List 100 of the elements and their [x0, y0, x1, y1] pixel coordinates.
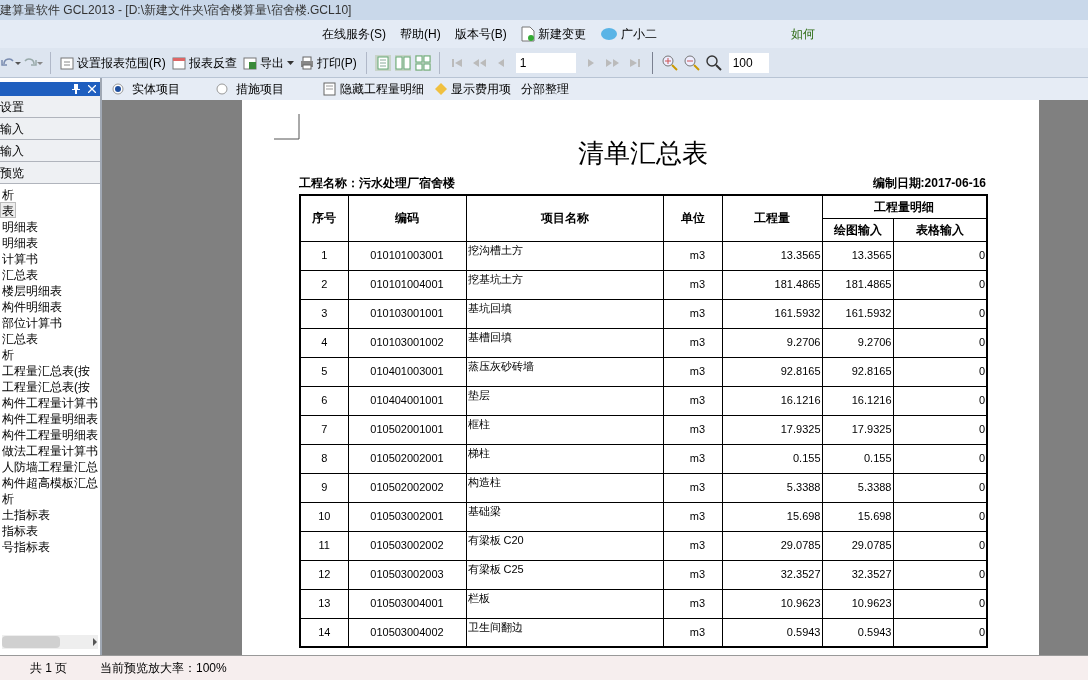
table-cell: 5.3388	[722, 473, 822, 502]
table-cell: 13	[300, 589, 348, 618]
panel-tab[interactable]: 预览	[0, 162, 100, 184]
tree-item[interactable]: 构件工程量明细表	[0, 426, 100, 442]
tree-item[interactable]: 析	[0, 186, 16, 202]
tree-item[interactable]: 指标表	[0, 522, 40, 538]
table-cell: 010101003001	[348, 241, 466, 270]
column-header: 编码	[348, 195, 466, 241]
table-cell: m3	[663, 444, 722, 473]
table-cell: 16.1216	[822, 386, 893, 415]
tree-item[interactable]: 汇总表	[0, 330, 40, 346]
tree-item[interactable]: 做法工程量计算书	[0, 442, 100, 458]
panel-tab[interactable]: 设置	[0, 96, 100, 118]
option-button[interactable]: 显示费用项	[431, 80, 514, 98]
menu-item[interactable]: 新建变更	[520, 25, 586, 43]
single-page-icon[interactable]	[374, 54, 391, 71]
column-header: 绘图输入	[822, 218, 893, 241]
menu-item[interactable]: 如何	[790, 25, 815, 43]
zoom-field[interactable]: 100	[728, 52, 769, 73]
table-cell: 5.3388	[822, 473, 893, 502]
tree-item[interactable]: 计算书	[0, 250, 40, 266]
table-cell: 10.9623	[722, 589, 822, 618]
pin-icon[interactable]	[72, 84, 80, 94]
table-cell: 11	[300, 531, 348, 560]
tree-item[interactable]: 人防墙工程量汇总	[0, 458, 100, 474]
table-cell: m3	[663, 502, 722, 531]
table-cell: 17.9325	[722, 415, 822, 444]
table-cell: 16.1216	[722, 386, 822, 415]
caret-icon	[286, 60, 294, 65]
tree-item[interactable]: 土指标表	[0, 506, 52, 522]
menu-item[interactable]: 在线服务(S)	[322, 25, 386, 43]
calendar-icon	[171, 55, 186, 70]
next-fast-icon[interactable]	[604, 56, 621, 69]
menu-item[interactable]: 帮助(H)	[400, 25, 441, 43]
tree-item[interactable]: 明细表	[0, 234, 40, 250]
toolbar-button[interactable]: 打印(P)	[296, 53, 360, 72]
tree-item[interactable]: 部位计算书	[0, 314, 64, 330]
table-cell: m3	[663, 473, 722, 502]
table-cell: 9.2706	[822, 328, 893, 357]
printer-icon	[299, 55, 314, 70]
tree-item[interactable]: 楼层明细表	[0, 282, 64, 298]
tree-item[interactable]: 工程量汇总表(按	[0, 378, 92, 394]
multi-page-icon[interactable]	[414, 54, 431, 71]
option-button[interactable]: 分部整理	[518, 80, 572, 98]
tree-item[interactable]: 构件工程量计算书	[0, 394, 100, 410]
table-cell: m3	[663, 560, 722, 589]
menu-item[interactable]: 版本号(B)	[454, 25, 507, 43]
radio-option[interactable]: 实体项目	[112, 80, 212, 98]
toolbar-button[interactable]: 报表反查	[168, 53, 240, 72]
tree-item[interactable]: 汇总表	[0, 266, 40, 282]
menu-item[interactable]: 广小二	[599, 25, 657, 43]
tree-item[interactable]: 构件超高模板汇总	[0, 474, 100, 490]
radio-option[interactable]: 措施项目	[216, 80, 316, 98]
table-cell: 2	[300, 270, 348, 299]
table-cell: 010502001001	[348, 415, 466, 444]
toolbar-button[interactable]: 导出	[239, 53, 297, 72]
tree-item[interactable]: 析	[0, 346, 16, 362]
table-cell: 有梁板 C20	[466, 531, 663, 560]
table-settings-icon	[60, 55, 74, 70]
scrollbar[interactable]	[2, 635, 98, 649]
table-cell: 挖基坑土方	[466, 270, 663, 299]
toolbar-button[interactable]: 设置报表范围(R)	[57, 53, 169, 72]
option-button[interactable]: 隐藏工程量明细	[320, 80, 427, 98]
table-cell: 15.698	[822, 502, 893, 531]
corner-mark-icon	[274, 114, 300, 140]
zoom-status: 当前预览放大率：100%	[100, 660, 227, 677]
tree-item[interactable]: 表	[0, 202, 16, 218]
zoom-out-icon[interactable]	[683, 54, 700, 71]
tree-item[interactable]: 构件工程量明细表	[0, 410, 100, 426]
table-cell: 9.2706	[722, 328, 822, 357]
table-cell: 基础梁	[466, 502, 663, 531]
table-cell: 卫生间翻边	[466, 618, 663, 647]
table-cell: m3	[663, 328, 722, 357]
close-icon[interactable]	[88, 85, 96, 93]
spreadsheet-icon	[242, 55, 257, 70]
table-cell: 29.0785	[722, 531, 822, 560]
column-header: 项目名称	[466, 195, 663, 241]
page-field[interactable]: 1	[515, 52, 576, 73]
table-cell: m3	[663, 270, 722, 299]
tree-item[interactable]: 工程量汇总表(按	[0, 362, 92, 378]
table-cell: m3	[663, 386, 722, 415]
table-cell: 0.155	[822, 444, 893, 473]
zoom-in-icon[interactable]	[661, 54, 678, 71]
scroll-right-icon[interactable]	[92, 638, 98, 646]
two-page-icon[interactable]	[394, 54, 411, 71]
table-cell: 010404001001	[348, 386, 466, 415]
tree-item[interactable]: 明细表	[0, 218, 40, 234]
search-icon[interactable]	[705, 54, 722, 71]
panel-tab[interactable]: 输入	[0, 140, 100, 162]
panel-tab[interactable]: 输入	[0, 118, 100, 140]
tree-item[interactable]: 构件明细表	[0, 298, 64, 314]
table-cell: 4	[300, 328, 348, 357]
tree-item[interactable]: 析	[0, 490, 16, 506]
table-cell: 蒸压灰砂砖墙	[466, 357, 663, 386]
table-cell: 010401003001	[348, 357, 466, 386]
report-date: 编制日期:2017-06-16	[872, 175, 986, 192]
project-name: 工程名称：污水处理厂宿舍楼	[299, 175, 455, 192]
tree-item[interactable]: 号指标表	[0, 538, 52, 554]
table-cell: 32.3527	[722, 560, 822, 589]
table-cell: 垫层	[466, 386, 663, 415]
